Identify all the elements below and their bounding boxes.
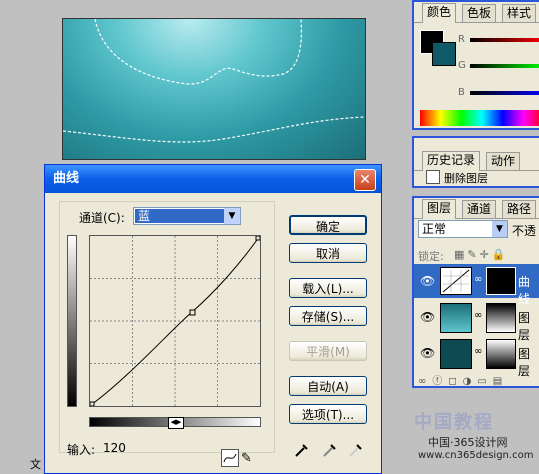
color-ramp[interactable] xyxy=(420,110,539,126)
curve-endpoint-low xyxy=(90,401,95,406)
options-button[interactable]: 选项(T)... xyxy=(289,404,367,424)
visibility-eye-icon[interactable]: 👁 xyxy=(420,310,435,324)
channel-value: 蓝 xyxy=(135,209,226,223)
lock-icons[interactable]: ▦✎✛🔒 xyxy=(454,248,509,261)
input-gradient-bar: ◀▶ xyxy=(89,417,261,429)
input-value: 120 xyxy=(103,441,126,455)
color-palette: 颜色 色板 样式 R G B xyxy=(412,0,539,130)
blue-slider[interactable] xyxy=(470,91,539,95)
channel-select[interactable]: 蓝 ▼ xyxy=(133,207,241,225)
layer-row-curves[interactable]: 👁 ∞ 曲线 xyxy=(414,264,539,306)
tab-color[interactable]: 颜色 xyxy=(422,3,457,23)
tab-layers[interactable]: 图层 xyxy=(422,199,457,219)
tab-swatches[interactable]: 色板 xyxy=(462,4,497,22)
history-state-icon xyxy=(426,170,440,184)
green-channel-label: G xyxy=(458,60,466,71)
gradient-toggle-icon[interactable]: ◀▶ xyxy=(168,417,184,429)
layer-mask-thumbnail[interactable] xyxy=(486,303,516,333)
layer-bottom-toolbar[interactable]: ∞ⓕ◻◑▭▤ xyxy=(418,372,538,387)
dialog-titlebar[interactable]: 曲线 ✕ xyxy=(45,165,381,193)
curve-control-point xyxy=(189,309,196,316)
channel-label: 通道(C): xyxy=(79,211,125,225)
pencil-tool-icon[interactable]: ✎ xyxy=(241,451,252,466)
curve-endpoint-high xyxy=(255,236,260,241)
layer-thumbnail xyxy=(440,339,472,369)
tab-actions[interactable]: 动作 xyxy=(486,152,521,170)
cancel-button[interactable]: 取消 xyxy=(289,243,367,263)
black-eyedropper-icon[interactable] xyxy=(293,441,311,459)
link-icon: ∞ xyxy=(474,346,483,357)
link-icon: ∞ xyxy=(474,310,483,321)
auto-button[interactable]: 自动(A) xyxy=(289,376,367,396)
smooth-button[interactable]: 平滑(M) xyxy=(289,341,367,361)
tab-styles[interactable]: 样式 xyxy=(502,4,537,22)
layers-palette: 图层 通道 路径 正常 ▼ 不透 锁定: ▦✎✛🔒 👁 ∞ 曲线 👁 ∞ 图层 … xyxy=(412,196,539,388)
tab-channels[interactable]: 通道 xyxy=(462,200,497,218)
watermark-title: 中国教程 xyxy=(414,412,494,433)
dialog-title: 曲线 xyxy=(53,171,80,186)
close-icon[interactable]: ✕ xyxy=(354,169,376,191)
ok-button[interactable]: 确定 xyxy=(289,215,367,235)
layer-mask-thumbnail[interactable] xyxy=(486,339,516,369)
layer-thumbnail xyxy=(440,303,472,333)
opacity-label: 不透 xyxy=(512,224,537,238)
visibility-eye-icon[interactable]: 👁 xyxy=(420,274,435,288)
blue-channel-label: B xyxy=(458,87,465,98)
layer-mask-thumbnail[interactable] xyxy=(486,267,516,295)
curve-tool-icon[interactable] xyxy=(221,449,239,467)
tab-paths[interactable]: 路径 xyxy=(502,200,537,218)
curves-adjustment-icon xyxy=(440,267,472,295)
load-button[interactable]: 载入(L)... xyxy=(289,278,367,298)
watermark-url: www.cn365design.com xyxy=(418,450,534,461)
red-channel-label: R xyxy=(458,34,465,45)
lock-label: 锁定: xyxy=(418,250,444,263)
input-label: 输入: xyxy=(67,443,96,457)
blend-mode-select[interactable]: 正常 ▼ xyxy=(418,220,508,238)
curve-graph[interactable] xyxy=(89,235,261,407)
white-eyedropper-icon[interactable] xyxy=(347,441,365,459)
history-item[interactable]: 删除图层 xyxy=(444,170,488,186)
layer-row[interactable]: 👁 ∞ 图层 xyxy=(414,336,539,378)
tab-history[interactable]: 历史记录 xyxy=(422,151,481,171)
green-slider[interactable] xyxy=(470,64,539,68)
save-button[interactable]: 存储(S)... xyxy=(289,306,367,326)
output-gradient-bar xyxy=(67,235,77,407)
chevron-down-icon[interactable]: ▼ xyxy=(224,208,240,224)
selection-marquee xyxy=(63,19,365,143)
status-bar-text: 文 xyxy=(30,458,41,471)
layer-row[interactable]: 👁 ∞ 图层 xyxy=(414,300,539,342)
gray-eyedropper-icon[interactable] xyxy=(321,441,339,459)
document-canvas[interactable] xyxy=(62,18,366,160)
visibility-eye-icon[interactable]: 👁 xyxy=(420,346,435,360)
red-slider[interactable] xyxy=(470,38,539,42)
background-color-swatch[interactable] xyxy=(432,42,456,66)
watermark-site-name: 中国·365设计网 xyxy=(428,436,508,449)
blend-mode-value: 正常 xyxy=(422,222,447,236)
chevron-down-icon[interactable]: ▼ xyxy=(492,221,507,237)
curves-dialog: 曲线 ✕ 通道(C): 蓝 ▼ ◀▶ 输入: 120 ✎ 确定 取消 载入(L)… xyxy=(44,164,382,474)
link-icon: ∞ xyxy=(474,274,483,285)
history-palette: 历史记录 动作 删除图层 xyxy=(412,136,539,188)
